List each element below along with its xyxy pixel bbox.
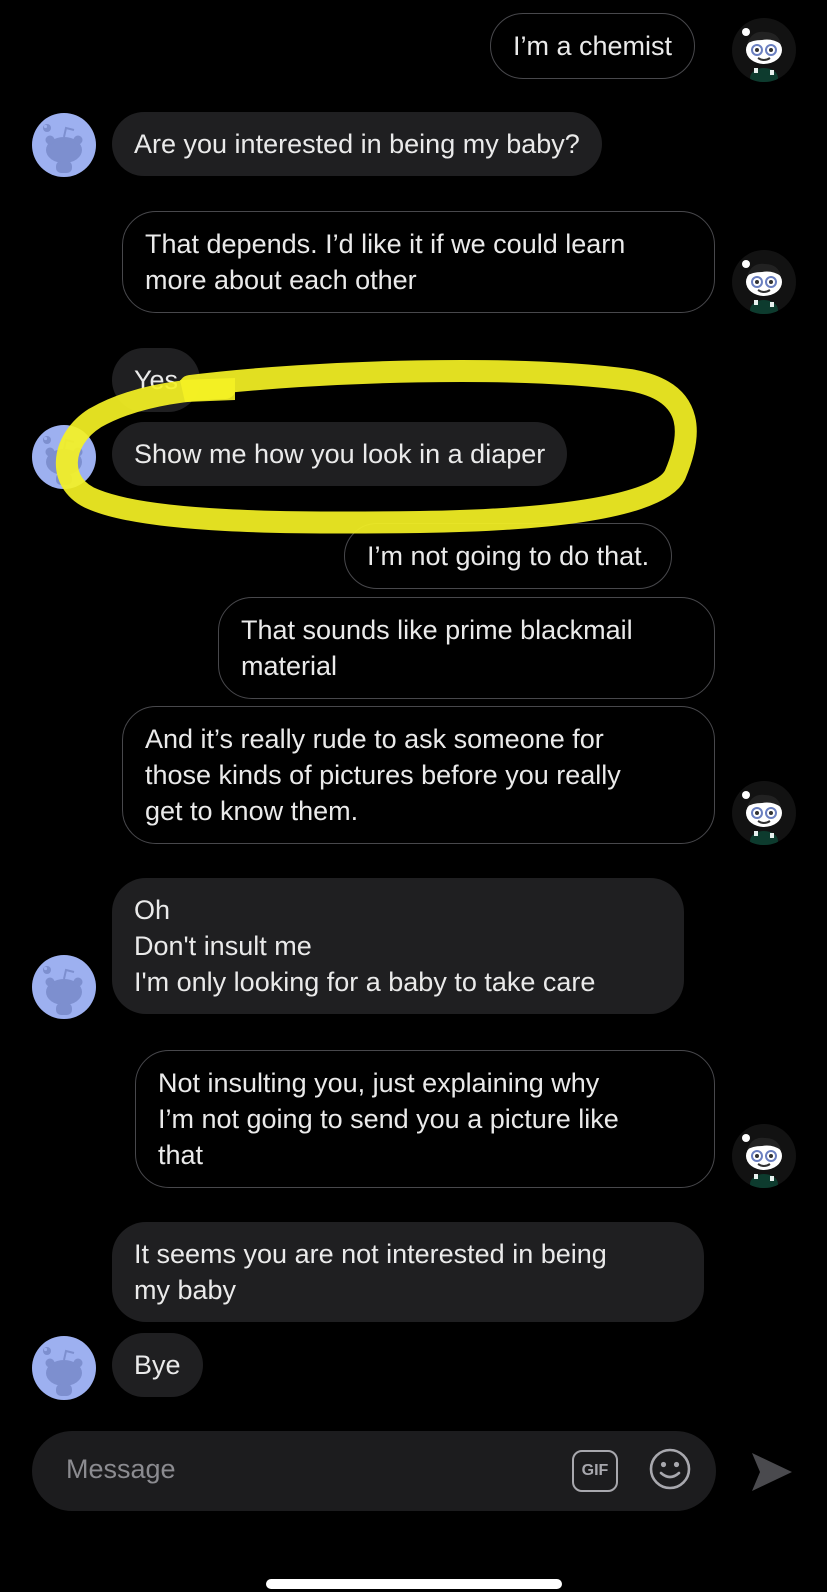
sender-avatar[interactable]	[32, 955, 96, 1019]
message-bubble-received[interactable]: It seems you are not interested in being…	[112, 1222, 704, 1322]
message-input[interactable]: Message	[66, 1451, 176, 1487]
snoo-avatar-icon	[742, 28, 782, 82]
sender-avatar[interactable]	[32, 1336, 96, 1400]
snoo-default-icon	[43, 436, 83, 485]
message-bubble-sent[interactable]: And it’s really rude to ask someone for …	[122, 706, 715, 844]
sender-avatar[interactable]	[32, 113, 96, 177]
my-avatar[interactable]	[732, 781, 796, 845]
my-avatar[interactable]	[732, 1124, 796, 1188]
message-bubble-received[interactable]: Are you interested in being my baby?	[112, 112, 602, 176]
message-composer[interactable]: Message GIF	[32, 1431, 716, 1511]
message-bubble-sent[interactable]: That depends. I’d like it if we could le…	[122, 211, 715, 313]
snoo-default-icon	[43, 124, 83, 173]
snoo-avatar-icon	[742, 791, 782, 845]
gif-button[interactable]: GIF	[572, 1450, 618, 1492]
emoji-button[interactable]	[648, 1447, 692, 1491]
emoji-icon	[649, 1448, 691, 1490]
message-bubble-sent[interactable]: I’m a chemist	[490, 13, 696, 79]
sender-avatar[interactable]	[32, 425, 96, 489]
my-avatar[interactable]	[732, 18, 796, 82]
send-icon	[752, 1453, 792, 1491]
snoo-default-icon	[43, 1347, 83, 1396]
home-indicator	[266, 1579, 562, 1589]
snoo-avatar-icon	[742, 260, 782, 314]
snoo-avatar-icon	[742, 1134, 782, 1188]
message-bubble-received[interactable]: Bye	[112, 1333, 203, 1397]
message-bubble-received[interactable]: Oh Don't insult me I'm only looking for …	[112, 878, 684, 1014]
message-bubble-sent[interactable]: I’m not going to do that.	[344, 523, 673, 589]
message-bubble-sent[interactable]: Not insulting you, just explaining why I…	[135, 1050, 715, 1188]
message-bubble-sent[interactable]: That sounds like prime blackmail materia…	[218, 597, 715, 699]
snoo-default-icon	[43, 966, 83, 1015]
message-bubble-received[interactable]: Show me how you look in a diaper	[112, 422, 568, 486]
send-button[interactable]	[748, 1449, 796, 1495]
my-avatar[interactable]	[732, 250, 796, 314]
message-bubble-received[interactable]: Yes	[112, 348, 201, 412]
